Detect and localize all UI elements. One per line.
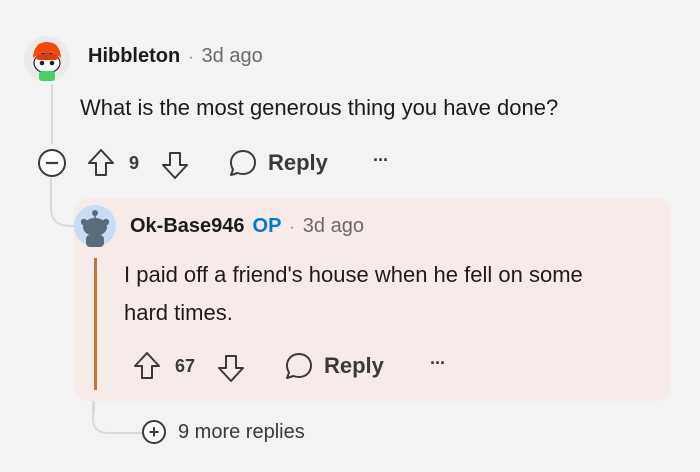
collapse-icon (38, 149, 66, 177)
more-replies-label: 9 more replies (178, 420, 305, 443)
downvote-button[interactable] (160, 149, 190, 181)
separator-dot: · (188, 49, 194, 66)
downvote-arrow-icon (162, 152, 188, 179)
reply-author[interactable]: Ok-Base946 (130, 215, 245, 238)
expand-icon: + (142, 420, 166, 444)
speech-bubble-icon (230, 150, 256, 176)
reply-body: I paid off a friend's house when he fell… (124, 256, 583, 332)
op-highlight-bar (94, 258, 97, 390)
op-badge: OP (252, 215, 282, 237)
reply-button[interactable]: Reply (228, 148, 328, 178)
thread-connector-more (92, 400, 142, 434)
reply-body-line: hard times. (124, 300, 233, 325)
vote-count: 9 (129, 153, 140, 173)
separator-dot: · (289, 219, 295, 236)
reply-timestamp[interactable]: 3d ago (303, 215, 364, 238)
upvote-arrow-icon (134, 352, 160, 379)
upvote-arrow-icon (88, 149, 114, 176)
speech-bubble-icon (286, 353, 312, 379)
thread-line-main (51, 84, 53, 144)
comment-author[interactable]: Hibbleton (88, 45, 180, 68)
comment-timestamp[interactable]: 3d ago (202, 45, 263, 68)
upvote-button[interactable] (132, 350, 162, 382)
reply-button[interactable]: Reply (284, 351, 384, 381)
avatar[interactable] (24, 36, 70, 82)
more-options-button[interactable]: ··· (430, 353, 446, 374)
downvote-button[interactable] (216, 352, 246, 384)
comment-body: What is the most generous thing you have… (80, 95, 559, 120)
vote-count: 67 (175, 356, 196, 376)
reply-label: Reply (268, 150, 328, 175)
more-options-button[interactable]: ··· (373, 150, 389, 171)
more-replies-button[interactable]: + 9 more replies (142, 420, 305, 444)
collapse-button[interactable] (37, 148, 67, 178)
expand-symbol: + (148, 422, 160, 442)
reply-label: Reply (324, 353, 384, 378)
avatar[interactable] (74, 205, 116, 247)
reply-body-line: I paid off a friend's house when he fell… (124, 262, 583, 287)
downvote-arrow-icon (218, 355, 244, 382)
upvote-button[interactable] (86, 147, 116, 179)
